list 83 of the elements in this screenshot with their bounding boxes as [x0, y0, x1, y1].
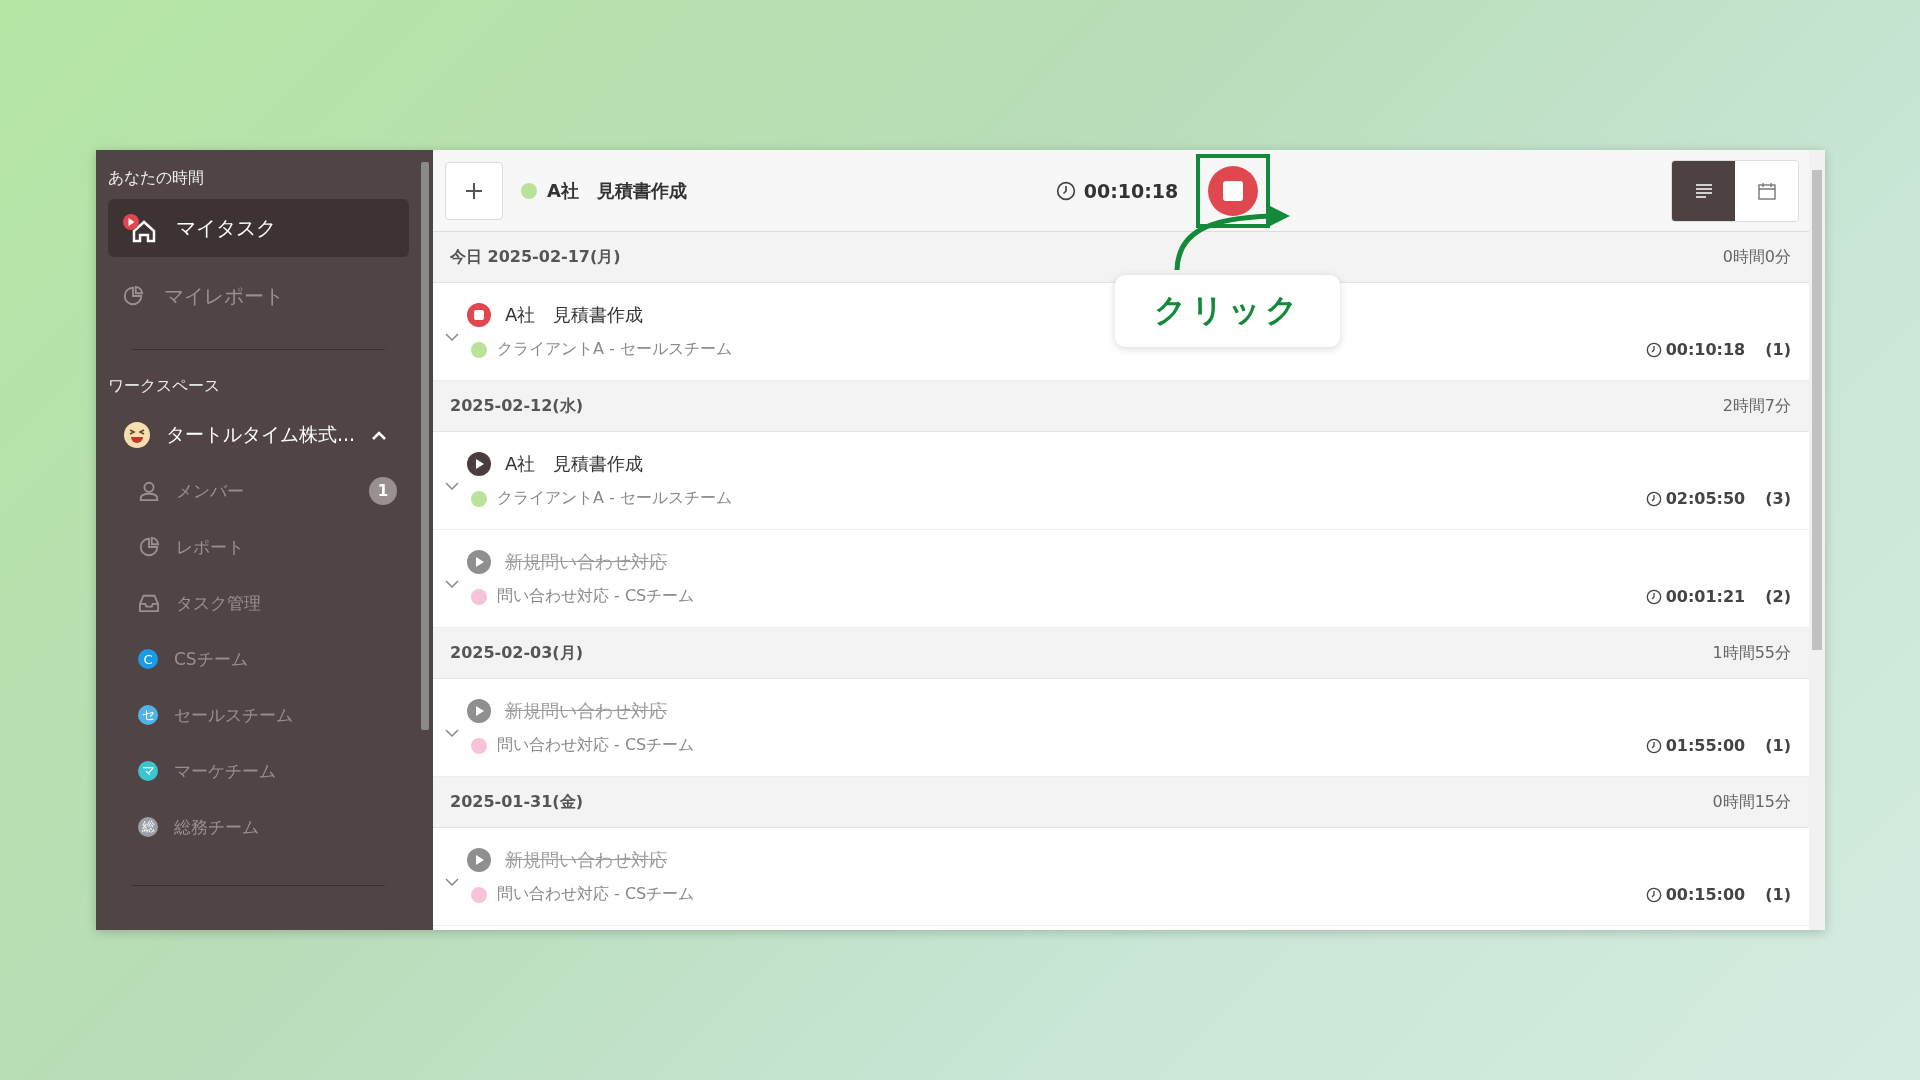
team-icon: C — [138, 649, 158, 669]
sidebar-item[interactable]: セ セールスチーム — [108, 687, 409, 743]
session-count: (1) — [1765, 736, 1791, 755]
day-total: 0時間0分 — [1722, 246, 1791, 268]
task-time: 00:01:21 — [1665, 587, 1746, 606]
item-label: レポート — [176, 535, 244, 559]
task-time: 01:55:00 — [1665, 736, 1746, 755]
chevron-down-icon[interactable] — [445, 878, 459, 887]
nav-item[interactable]: マイレポート — [108, 267, 409, 325]
laughing-face-icon — [124, 422, 150, 448]
day-date: 2025-02-03(月) — [450, 642, 583, 664]
day-total: 2時間7分 — [1722, 395, 1791, 417]
clock-icon — [1645, 341, 1662, 358]
play-icon[interactable] — [467, 452, 491, 476]
item-label: CSチーム — [174, 647, 248, 671]
session-count: (1) — [1765, 340, 1791, 359]
section-title: あなたの時間 — [108, 168, 205, 189]
person-icon — [138, 480, 160, 502]
sidebar-item[interactable]: C CSチーム — [108, 631, 409, 687]
session-count: (2) — [1765, 587, 1791, 606]
project-name: クライアントA - セールスチーム — [497, 488, 732, 509]
sidebar-item[interactable]: タスク管理 — [108, 575, 409, 631]
list-view-button[interactable] — [1672, 160, 1735, 221]
pie-chart-icon — [122, 285, 144, 307]
task-title: A社 見積書作成 — [505, 452, 644, 476]
sidebar-item[interactable]: 総 総務チーム — [108, 799, 409, 855]
task-title: 新規問い合わせ対応 — [505, 848, 667, 872]
clock-icon — [1645, 588, 1662, 605]
project-name: クライアントA - セールスチーム — [497, 339, 732, 360]
task-time: 02:05:50 — [1665, 489, 1746, 508]
stop-button[interactable] — [1208, 165, 1259, 216]
project-name: 問い合わせ対応 - CSチーム — [497, 884, 695, 905]
day-total: 0時間15分 — [1712, 791, 1791, 813]
task-time: 00:10:18 — [1665, 340, 1746, 359]
callout-label: クリック — [1115, 275, 1340, 347]
item-label: メンバー — [176, 479, 244, 503]
item-label: マーケチーム — [174, 759, 276, 783]
chevron-down-icon[interactable] — [445, 729, 459, 738]
day-date: 今日 2025-02-17(月) — [450, 246, 621, 268]
team-icon: マ — [138, 761, 158, 781]
sidebar-item[interactable]: マ マーケチーム — [108, 743, 409, 799]
day-total: 1時間55分 — [1712, 642, 1791, 664]
task-title: A社 見積書作成 — [505, 303, 644, 327]
item-label: セールスチーム — [174, 703, 293, 727]
sidebar-item[interactable]: レポート — [108, 519, 409, 575]
stop-icon — [1223, 180, 1244, 201]
timer-text: 00:10:18 — [1083, 179, 1179, 202]
calendar-icon — [1757, 181, 1776, 200]
project-name: 問い合わせ対応 - CSチーム — [497, 735, 695, 756]
list-icon — [1694, 182, 1713, 199]
chevron-down-icon[interactable] — [445, 482, 459, 491]
home-play-icon — [122, 213, 156, 243]
item-label: 総務チーム — [174, 815, 259, 839]
session-count: (1) — [1765, 885, 1791, 904]
clock-icon — [1645, 886, 1662, 903]
caret-up-icon[interactable] — [371, 430, 388, 440]
plus-icon — [465, 181, 483, 200]
sidebar-item[interactable]: メンバー 1 — [108, 463, 409, 519]
clock-icon — [1645, 490, 1662, 507]
section-title: ワークスペース — [108, 376, 221, 397]
item-label: タスク管理 — [176, 591, 261, 615]
task-time: 00:15:00 — [1665, 885, 1746, 904]
pie-chart-icon — [138, 536, 160, 558]
team-icon: セ — [138, 705, 158, 725]
scrollbar[interactable] — [421, 162, 429, 730]
count-badge: 1 — [369, 477, 397, 505]
inbox-icon — [138, 593, 160, 613]
day-date: 2025-01-31(金) — [450, 791, 583, 813]
stop-icon[interactable] — [467, 303, 491, 327]
task-title: 新規問い合わせ対応 — [505, 550, 667, 574]
current-task-title: A社 見積書作成 — [547, 178, 687, 203]
task-title: 新規問い合わせ対応 — [505, 699, 667, 723]
nav-item[interactable]: マイタスク — [108, 199, 409, 257]
chevron-down-icon[interactable] — [445, 580, 459, 589]
team-icon: 総 — [138, 817, 158, 837]
chevron-down-icon[interactable] — [445, 333, 459, 342]
scrollbar[interactable] — [1809, 150, 1825, 930]
project-name: 問い合わせ対応 - CSチーム — [497, 586, 695, 607]
workspace-selector[interactable]: タートルタイム株式... — [108, 407, 409, 463]
day-date: 2025-02-12(水) — [450, 395, 583, 417]
clock-icon — [1055, 180, 1076, 201]
clock-icon — [1645, 737, 1662, 754]
session-count: (3) — [1765, 489, 1791, 508]
